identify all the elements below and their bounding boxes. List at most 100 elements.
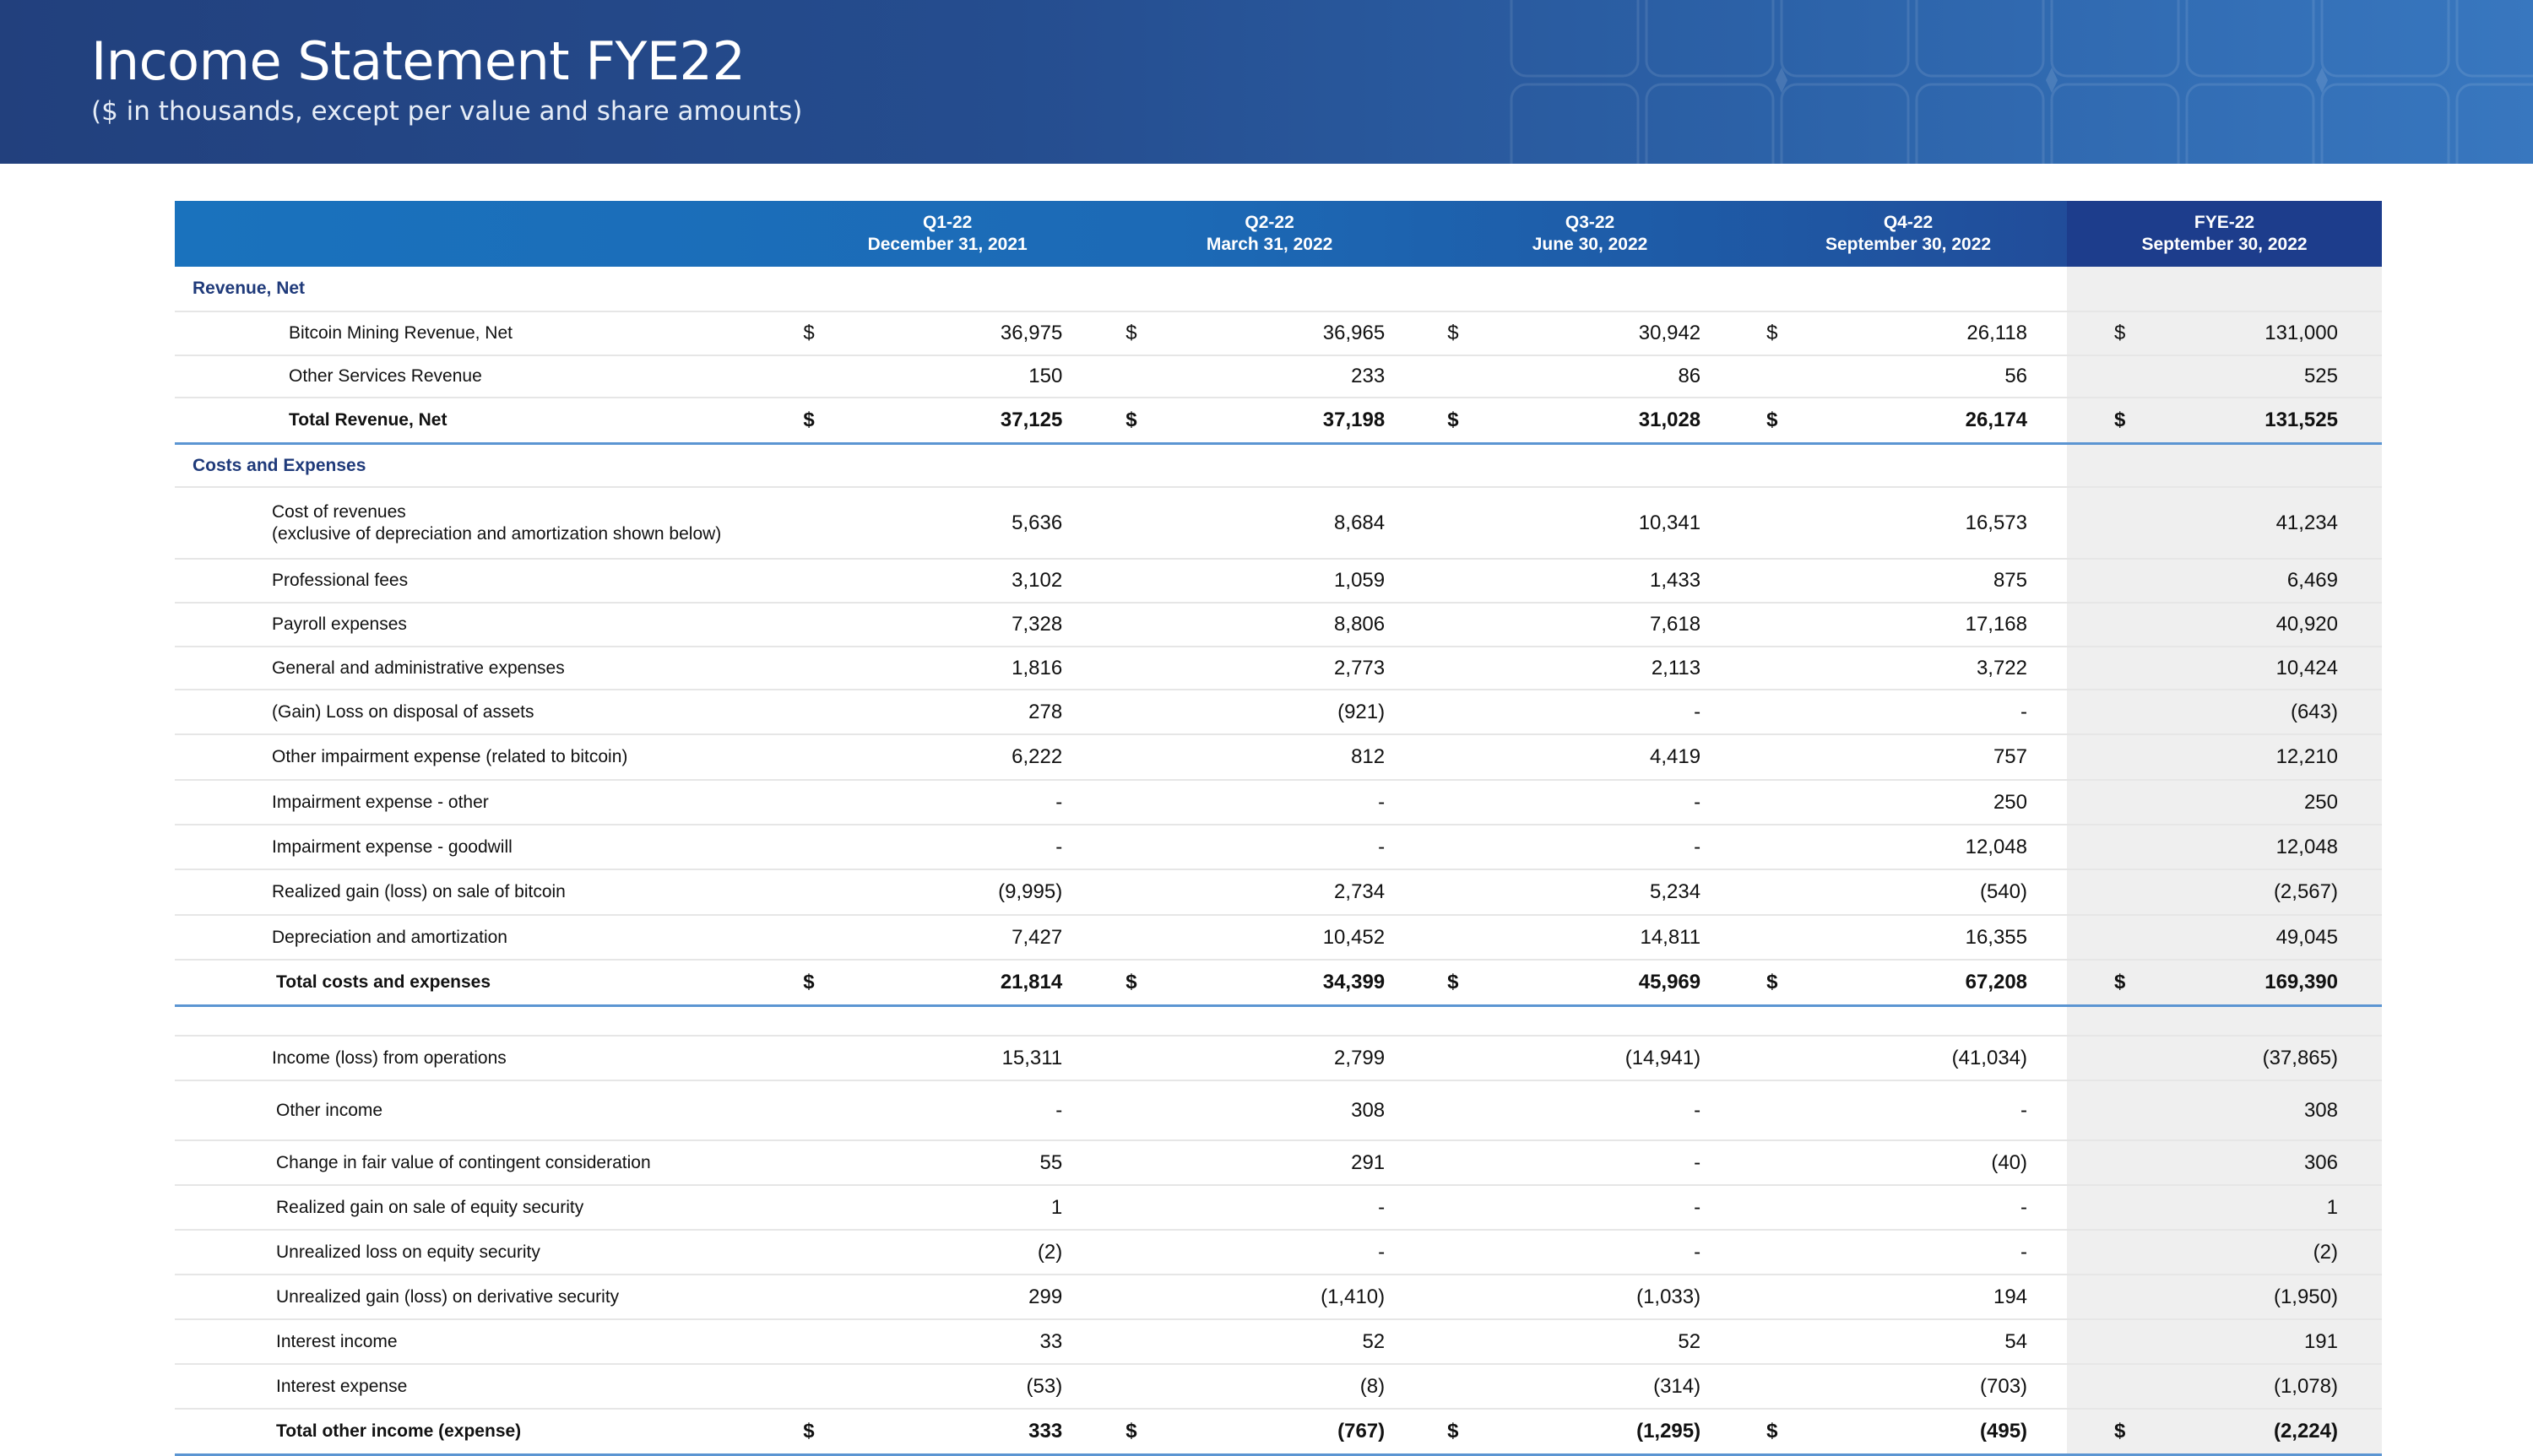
cell-value: 5,234	[1650, 880, 1701, 903]
page-title: Income Statement FYE22	[91, 30, 746, 92]
col-header-q3: Q3-22 June 30, 2022	[1430, 201, 1749, 267]
fye-value-cell: 49,045	[2067, 916, 2382, 959]
value-cell: 308	[1109, 1081, 1430, 1139]
cell-value: 308	[2303, 1098, 2338, 1122]
currency-symbol: $	[1766, 1420, 1778, 1442]
cell-value: 191	[2303, 1329, 2338, 1353]
table-row: Impairment expense - other - - - 250 250	[175, 781, 2382, 825]
table-row: Professional fees 3,102 1,059 1,433 875 6,469	[175, 560, 2382, 604]
value-cell: 54	[1749, 1320, 2067, 1363]
table-row: Unrealized gain (loss) on derivative sec…	[175, 1275, 2382, 1320]
value-cell: $ (1,295)	[1430, 1410, 1749, 1453]
cell-value: 16,355	[1965, 925, 2027, 949]
col-header-q2-date: March 31, 2022	[1206, 235, 1333, 254]
value-cell: -	[786, 825, 1109, 869]
cell-value: -	[1694, 1195, 1701, 1219]
fye-value-cell: $131,525	[2067, 398, 2382, 442]
currency-symbol: $	[803, 971, 815, 993]
row-label: Bitcoin Mining Revenue, Net	[289, 323, 513, 343]
table-row: Realized gain (loss) on sale of bitcoin (…	[175, 870, 2382, 916]
col-header-q1-date: December 31, 2021	[867, 235, 1028, 254]
cell-value: 1,433	[1650, 569, 1701, 592]
row-label: Realized gain on sale of equity security	[276, 1197, 584, 1217]
cell-value: 10,341	[1638, 511, 1701, 534]
value-cell: -	[786, 1081, 1109, 1139]
cell-value: 36,975	[1000, 322, 1063, 344]
cell-value: 31,028	[1638, 409, 1701, 431]
fye-value-cell: 10,424	[2067, 647, 2382, 689]
value-cell: (1,033)	[1430, 1275, 1749, 1318]
value-cell: 1,816	[786, 647, 1109, 689]
value-cell: -	[1749, 1231, 2067, 1274]
cell-value: 14,811	[1640, 925, 1701, 949]
cell-value: 5,636	[1012, 511, 1063, 534]
value-cell: -	[1430, 781, 1749, 824]
cell-value: 12,210	[2275, 745, 2338, 768]
cell-value: -	[2020, 1240, 2028, 1264]
row-label: General and administrative expenses	[272, 658, 565, 678]
cell-value: 525	[2303, 365, 2338, 387]
col-header-q2: Q2-22 March 31, 2022	[1109, 201, 1430, 267]
fye-value-cell: $ (2,224)	[2067, 1410, 2382, 1453]
cell-value: (2,224)	[2273, 1420, 2338, 1442]
table-row: Interest income 33 52 52 54 191	[175, 1320, 2382, 1365]
cell-value: -	[1378, 1240, 1386, 1264]
section-label: Revenue, Net	[193, 279, 306, 298]
table-row: Other impairment expense (related to bit…	[175, 735, 2382, 781]
row-label: Depreciation and amortization	[272, 927, 507, 947]
table-row: Depreciation and amortization 7,427 10,452…	[175, 916, 2382, 961]
cell-value: 52	[1362, 1329, 1386, 1353]
cell-value: 56	[2004, 365, 2028, 387]
fye-value-cell	[2066, 267, 2382, 311]
value-cell: 7,427	[786, 916, 1109, 959]
row-label: Interest income	[276, 1331, 398, 1351]
value-cell: $37,125	[786, 398, 1109, 442]
value-cell: 194	[1749, 1275, 2067, 1318]
section-header-row: Costs and Expenses	[175, 445, 2382, 488]
cell-value: 291	[1351, 1150, 1386, 1174]
row-label: Professional fees	[272, 571, 409, 590]
value-cell: 233	[1109, 356, 1430, 397]
cell-value: 169,390	[2265, 971, 2338, 993]
cell-value: 52	[1678, 1329, 1701, 1353]
fye-value-cell: 12,048	[2067, 825, 2382, 869]
fye-value-cell: 308	[2067, 1081, 2382, 1139]
cell-value: -	[1055, 790, 1063, 814]
cell-value: 250	[1993, 790, 2027, 814]
currency-symbol: $	[1125, 971, 1137, 993]
value-cell: 2,734	[1109, 870, 1430, 914]
cell-value: 1,059	[1334, 569, 1386, 592]
cell-value: -	[2020, 1195, 2028, 1219]
value-cell	[1749, 1007, 2067, 1035]
cell-value: 26,118	[1966, 322, 2028, 344]
cell-value: -	[1378, 790, 1386, 814]
value-cell	[786, 1007, 1109, 1035]
row-label: Other Services Revenue	[289, 366, 482, 386]
cell-value: 55	[1039, 1150, 1063, 1174]
cell-value: 333	[1028, 1420, 1063, 1442]
cell-value: 875	[1993, 569, 2027, 592]
value-cell: 2,799	[1109, 1037, 1430, 1080]
value-cell: (540)	[1749, 870, 2067, 914]
value-cell: 278	[786, 690, 1109, 733]
cell-value: 8,806	[1334, 613, 1386, 636]
cell-value: 194	[1993, 1285, 2028, 1308]
value-cell	[1109, 445, 1430, 486]
cell-value: (2,567)	[2273, 880, 2338, 903]
value-cell: 10,341	[1430, 488, 1749, 558]
value-cell	[1430, 1007, 1749, 1035]
cell-value: -	[1694, 835, 1701, 858]
value-cell	[1109, 267, 1430, 311]
currency-symbol: $	[2114, 971, 2126, 993]
value-cell: $67,208	[1749, 961, 2067, 1004]
value-cell	[786, 445, 1109, 486]
value-cell: -	[1749, 690, 2067, 733]
header-label-cell	[175, 201, 786, 267]
cell-value: (495)	[1980, 1420, 2028, 1442]
value-cell: $ (495)	[1749, 1410, 2067, 1453]
value-cell: 1	[786, 1186, 1109, 1229]
cell-value: 1	[2326, 1195, 2338, 1219]
cell-value: 2,799	[1334, 1046, 1386, 1069]
value-cell: -	[1749, 1186, 2067, 1229]
cell-value: 37,198	[1322, 409, 1386, 431]
